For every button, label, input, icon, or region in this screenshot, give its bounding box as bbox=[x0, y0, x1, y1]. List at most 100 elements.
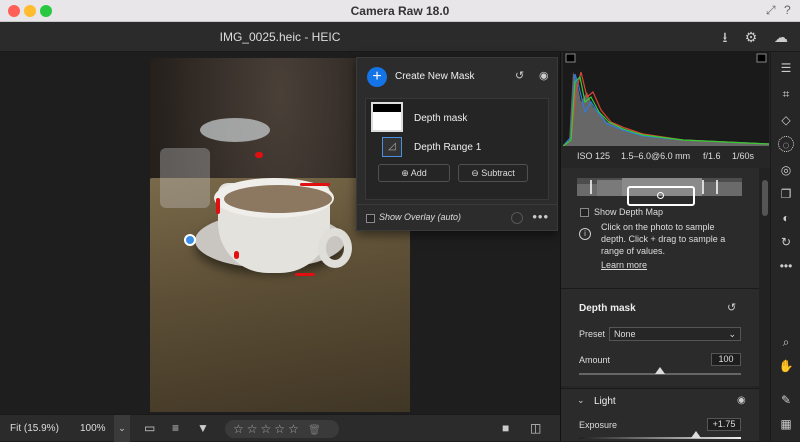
right-panel: ISO 125 1.5–6.0@6.0 mm f/1.6 1/60s Show … bbox=[560, 52, 771, 441]
light-section: ⌄ Light ◉ Exposure +1.75 bbox=[561, 388, 759, 441]
depth-range-name[interactable]: Depth Range 1 bbox=[414, 142, 481, 153]
snapshots-icon[interactable]: ❐ bbox=[778, 186, 794, 202]
masking-icon[interactable]: ◌ bbox=[778, 136, 794, 152]
bottom-toolbar: Fit (15.9%) 100% ⌄ ▭ ≡ ▼ ☆☆☆☆☆ 🗑 ■ ◫ bbox=[0, 414, 560, 442]
more-tools-icon[interactable]: ••• bbox=[778, 258, 794, 274]
mask-list: Depth mask ◿ Depth Range 1 ⊕ Add ⊖ Subtr… bbox=[365, 98, 549, 200]
hand-icon[interactable]: ✋ bbox=[778, 358, 794, 374]
shadow-clipping-icon bbox=[565, 53, 576, 63]
cloud-icon[interactable]: ☁ bbox=[772, 28, 790, 46]
preset-value: None bbox=[614, 329, 636, 339]
amount-slider-thumb[interactable] bbox=[655, 367, 665, 374]
iso-value: ISO 125 bbox=[577, 151, 611, 161]
sort-icon[interactable]: ≡ bbox=[172, 421, 179, 435]
chevron-down-icon[interactable]: ⌄ bbox=[577, 395, 585, 406]
window-titlebar: Camera Raw 18.0 ⤢ ? bbox=[0, 0, 800, 22]
mask-name[interactable]: Depth mask bbox=[414, 113, 467, 124]
cup-handle bbox=[318, 228, 352, 268]
amount-value[interactable]: 100 bbox=[711, 353, 741, 366]
aperture-value: f/1.6 bbox=[703, 151, 721, 161]
masks-panel: + Create New Mask ↺ ◉ Depth mask ◿ Depth… bbox=[356, 57, 558, 231]
depth-range-icon[interactable]: ◿ bbox=[382, 137, 402, 157]
show-overlay-checkbox[interactable] bbox=[366, 214, 375, 223]
show-overlay-label: Show Overlay (auto) bbox=[379, 212, 462, 222]
overlay-color-icon[interactable] bbox=[511, 212, 523, 224]
star-rating[interactable]: ☆☆☆☆☆ bbox=[233, 422, 302, 436]
zoom-icon[interactable]: ⌕ bbox=[778, 334, 794, 350]
lens-value: 1.5–6.0@6.0 mm bbox=[621, 151, 691, 161]
exposure-slider[interactable] bbox=[579, 437, 741, 439]
filter-icon[interactable]: ▼ bbox=[197, 421, 209, 435]
refresh-icon[interactable]: ↻ bbox=[778, 234, 794, 250]
help-icon[interactable]: ? bbox=[784, 3, 791, 17]
crop-icon[interactable]: ⌗ bbox=[778, 86, 794, 102]
reset-mask-icon[interactable]: ↺ bbox=[727, 301, 736, 314]
preset-label: Preset bbox=[579, 329, 606, 339]
subtract-button[interactable]: ⊖ Subtract bbox=[458, 164, 528, 182]
zoom-dropdown-icon[interactable]: ⌄ bbox=[114, 415, 130, 442]
depth-range-bar[interactable] bbox=[577, 178, 742, 206]
shutter-value: 1/60s bbox=[732, 151, 755, 161]
before-after-icon[interactable]: ◫ bbox=[530, 421, 541, 435]
exposure-slider-thumb[interactable] bbox=[691, 431, 701, 438]
info-icon: i bbox=[579, 228, 591, 240]
light-title[interactable]: Light bbox=[594, 396, 616, 407]
masks-panel-header: + Create New Mask ↺ ◉ bbox=[357, 58, 557, 96]
mask-overlay-spot bbox=[300, 183, 330, 186]
mask-overlay-spot bbox=[216, 198, 220, 214]
sample-pin[interactable] bbox=[184, 234, 196, 246]
zoom-100-button[interactable]: 100% bbox=[80, 423, 106, 434]
tool-strip: ☰ ⌗ ◇ ◌ ◎ ❐ ◐ ↻ ••• ⌕ ✋ ✎ ▦ bbox=[770, 52, 800, 441]
add-button[interactable]: ⊕ Add bbox=[378, 164, 450, 182]
depth-info-line2: depth. Click + drag to sample a bbox=[601, 234, 726, 244]
filmstrip-icon[interactable]: ▭ bbox=[144, 421, 155, 435]
app-header: IMG_0025.heic - HEIC ⭳ ⚙ ☁ bbox=[0, 22, 800, 52]
subtract-icon: ⊖ bbox=[471, 168, 482, 178]
more-options-icon[interactable]: ••• bbox=[532, 209, 549, 224]
eyedropper-icon[interactable]: ✎ bbox=[778, 392, 794, 408]
eye-icon[interactable]: ◉ bbox=[737, 395, 746, 406]
mask-overlay-spot bbox=[295, 273, 315, 276]
eye-icon[interactable]: ◉ bbox=[539, 69, 549, 82]
file-name: IMG_0025.heic - HEIC bbox=[219, 30, 341, 44]
reset-icon[interactable]: ↺ bbox=[515, 69, 524, 82]
show-depth-map-checkbox[interactable] bbox=[580, 208, 589, 217]
learn-more-link[interactable]: Learn more bbox=[601, 260, 647, 270]
mask-overlay-spot bbox=[234, 251, 239, 259]
panel-scrollbar-thumb[interactable] bbox=[762, 180, 768, 216]
amount-label: Amount bbox=[579, 355, 611, 365]
edit-sliders-icon[interactable]: ☰ bbox=[778, 60, 794, 76]
preset-select[interactable]: None ⌄ bbox=[609, 327, 741, 341]
masks-panel-footer: Show Overlay (auto) ••• bbox=[357, 204, 557, 231]
fit-zoom-button[interactable]: Fit (15.9%) bbox=[10, 423, 59, 434]
depth-info-line3: range of values. bbox=[601, 246, 666, 256]
rating-stars[interactable]: ☆☆☆☆☆ 🗑 bbox=[225, 420, 339, 438]
glass-object bbox=[160, 148, 210, 208]
trash-icon[interactable]: 🗑 bbox=[308, 425, 324, 436]
save-icon[interactable]: ⭳ bbox=[716, 28, 734, 46]
background-swatch-icon[interactable]: ■ bbox=[502, 421, 509, 435]
background-saucer bbox=[200, 118, 270, 142]
highlight-clipping-icon bbox=[756, 53, 767, 63]
eraser-icon[interactable]: ◇ bbox=[778, 112, 794, 128]
depth-range-selection[interactable] bbox=[627, 186, 695, 206]
grid-icon[interactable]: ▦ bbox=[778, 416, 794, 432]
chevron-down-icon: ⌄ bbox=[728, 329, 736, 339]
histogram-graph bbox=[563, 53, 769, 146]
show-depth-map-label: Show Depth Map bbox=[594, 207, 664, 217]
fullscreen-icon[interactable]: ⤢ bbox=[766, 3, 776, 18]
create-mask-label[interactable]: Create New Mask bbox=[395, 71, 474, 82]
coffee bbox=[224, 185, 332, 213]
exposure-value[interactable]: +1.75 bbox=[707, 418, 741, 431]
mask-thumbnail[interactable] bbox=[371, 102, 403, 132]
create-mask-button[interactable]: + bbox=[367, 67, 387, 87]
presets-icon[interactable]: ◐ bbox=[778, 210, 794, 226]
camera-info-bar: ISO 125 1.5–6.0@6.0 mm f/1.6 1/60s bbox=[561, 148, 771, 166]
gear-icon[interactable]: ⚙ bbox=[742, 28, 760, 46]
depth-sample-handle[interactable] bbox=[657, 192, 664, 199]
red-eye-icon[interactable]: ◎ bbox=[778, 162, 794, 178]
mask-settings-section: Depth mask ↺ Preset None ⌄ Amount 100 bbox=[561, 288, 759, 386]
exposure-label: Exposure bbox=[579, 420, 618, 430]
depth-range-section: Show Depth Map i Click on the photo to s… bbox=[561, 168, 759, 288]
mask-overlay-spot bbox=[255, 152, 263, 158]
